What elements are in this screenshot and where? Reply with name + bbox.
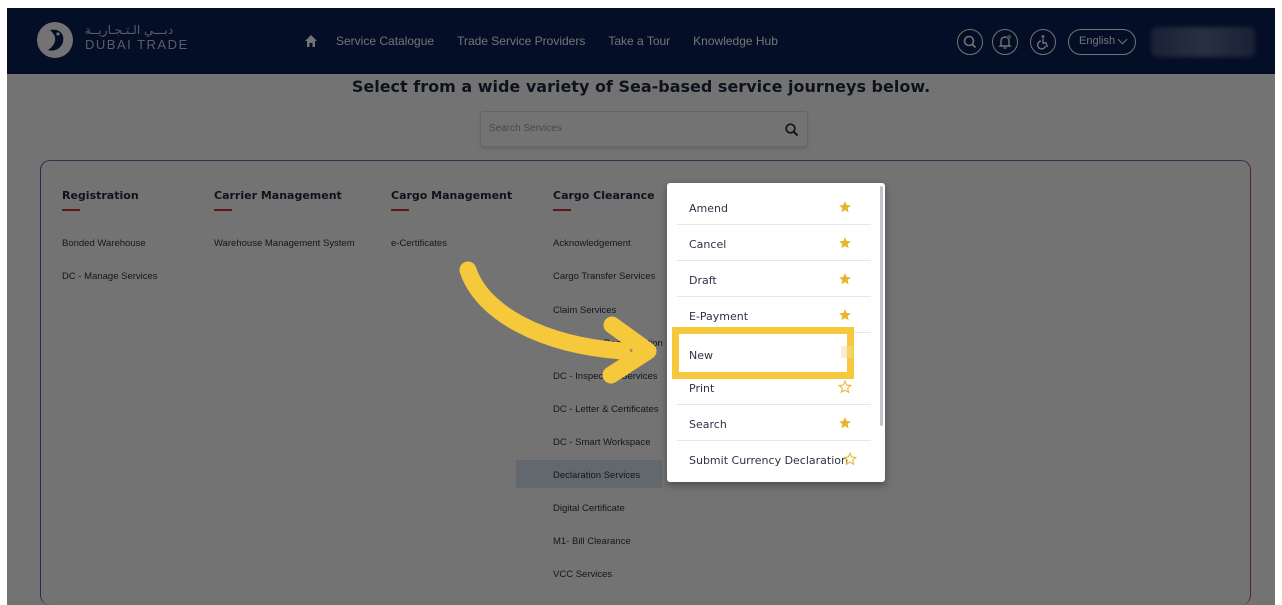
star-filled-icon[interactable]: [838, 416, 852, 430]
service-link[interactable]: M1- Bill Clearance: [553, 536, 631, 547]
category-underline: [62, 209, 80, 211]
notifications-button[interactable]: [992, 29, 1018, 55]
main-content: Select from a wide variety of Sea-based …: [7, 74, 1275, 605]
category-title: Registration: [62, 189, 139, 202]
accessibility-button[interactable]: [1030, 29, 1056, 55]
star-filled-icon[interactable]: [838, 272, 852, 286]
category-title: Cargo Management: [391, 189, 513, 202]
nav-service-catalogue[interactable]: Service Catalogue: [336, 34, 434, 48]
service-link[interactable]: DC - Letter & Certificates: [553, 404, 659, 415]
nav-trade-service-providers[interactable]: Trade Service Providers: [457, 34, 585, 48]
service-link[interactable]: DC - Smart Workspace: [553, 437, 650, 448]
dropdown-item-amend[interactable]: Amend: [677, 189, 871, 225]
search-services-input[interactable]: Search Services: [480, 111, 808, 147]
star-outline-icon[interactable]: [843, 452, 857, 466]
language-label: English: [1079, 35, 1116, 47]
wheelchair-icon: [1036, 35, 1049, 50]
search-icon[interactable]: [784, 122, 800, 138]
star-filled-icon[interactable]: [838, 236, 852, 250]
dropdown-item-search[interactable]: Search: [677, 405, 871, 441]
search-button[interactable]: [957, 29, 983, 55]
nav-knowledge-hub[interactable]: Knowledge Hub: [693, 34, 778, 48]
star-filled-icon[interactable]: [838, 308, 852, 322]
home-icon[interactable]: [304, 34, 318, 48]
dubai-trade-logo[interactable]: [37, 22, 73, 58]
dropdown-item-label: Submit Currency Declaration: [689, 454, 848, 467]
category-underline: [553, 209, 571, 211]
star-filled-icon[interactable]: [838, 200, 852, 214]
screen: دبـــي الـتـجـاريــة DUBAI TRADE Service…: [7, 8, 1275, 605]
dropdown-item-label: New: [689, 349, 713, 362]
dropdown-item-label: E-Payment: [689, 310, 749, 323]
service-link[interactable]: Cargo Transfer Services: [553, 271, 655, 282]
dropdown-item-label: Cancel: [689, 238, 727, 251]
search-placeholder: Search Services: [489, 123, 562, 134]
service-link[interactable]: Claim Services: [553, 305, 616, 316]
service-link[interactable]: e-Certificates: [391, 238, 447, 249]
category-title: Cargo Clearance: [553, 189, 655, 202]
search-icon: [963, 35, 977, 49]
category-underline: [391, 209, 409, 211]
category-underline: [214, 209, 232, 211]
dropdown-item-label: Print: [689, 382, 715, 395]
star-outline-icon[interactable]: [838, 380, 852, 394]
service-link[interactable]: DC - Manage Services: [62, 271, 158, 282]
top-navigation-bar: دبـــي الـتـجـاريــة DUBAI TRADE Service…: [7, 8, 1275, 74]
dropdown-scrollbar[interactable]: [880, 186, 883, 426]
logo-english-text: DUBAI TRADE: [85, 37, 189, 52]
service-link[interactable]: VCC Services: [553, 569, 612, 580]
page-headline: Select from a wide variety of Sea-based …: [351, 77, 931, 96]
chevron-down-icon: [1117, 34, 1128, 45]
bell-icon: [998, 34, 1012, 49]
dropdown-item-submit-currency-declaration[interactable]: Submit Currency Declaration: [677, 441, 871, 477]
service-link[interactable]: DC - Cargo Reconciliation: [553, 338, 663, 349]
logo-arabic-text: دبـــي الـتـجـاريــة: [85, 23, 174, 37]
service-link[interactable]: DC - Inspection Services: [553, 371, 658, 382]
category-title: Carrier Management: [214, 189, 342, 202]
falcon-logo-icon: [48, 29, 64, 51]
service-link-selected[interactable]: Declaration Services: [553, 470, 640, 481]
dropdown-item-label: Amend: [689, 202, 728, 215]
dropdown-item-new-highlighted[interactable]: New: [672, 327, 854, 379]
service-link[interactable]: Warehouse Management System: [214, 238, 355, 249]
nav-take-a-tour[interactable]: Take a Tour: [608, 34, 670, 48]
service-link[interactable]: Acknowledgement: [553, 238, 631, 249]
service-link[interactable]: Digital Certificate: [553, 503, 625, 514]
service-link[interactable]: Bonded Warehouse: [62, 238, 146, 249]
language-selector[interactable]: English: [1068, 29, 1136, 55]
dropdown-item-draft[interactable]: Draft: [677, 261, 871, 297]
user-account-blurred[interactable]: [1151, 27, 1255, 57]
dropdown-item-label: Draft: [689, 274, 717, 287]
star-filled-icon: [841, 346, 853, 358]
dropdown-item-cancel[interactable]: Cancel: [677, 225, 871, 261]
services-panel: Registration Bonded Warehouse DC - Manag…: [40, 160, 1251, 605]
main-nav: Service Catalogue Trade Service Provider…: [304, 31, 801, 51]
dropdown-item-label: Search: [689, 418, 727, 431]
